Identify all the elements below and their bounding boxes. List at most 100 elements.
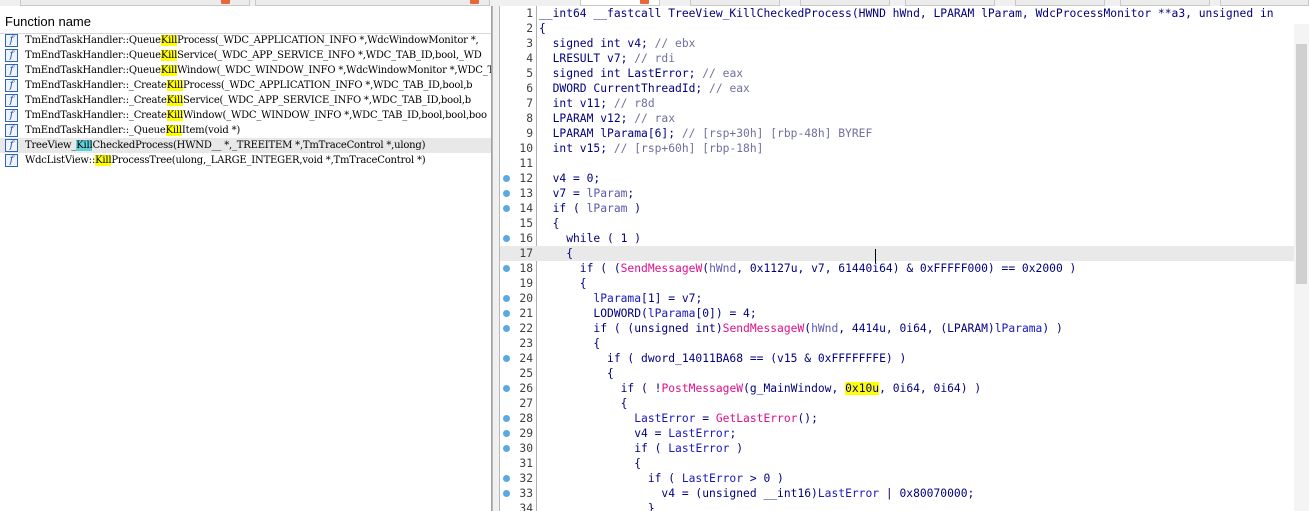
function-icon: f <box>5 79 18 92</box>
code-line[interactable]: 4 LRESULT v7; // rdi <box>500 51 1309 66</box>
function-list-item[interactable]: f TmEndTaskHandler::_CreateKillWindow(_WD… <box>0 108 491 123</box>
line-number: 23 <box>519 337 533 350</box>
code-line[interactable]: 30 if ( LastError ) <box>500 441 1309 456</box>
code-text: if ( (SendMessageW(hWnd, 0x1127u, v7, 61… <box>539 262 1077 275</box>
line-number: 1 <box>526 7 533 20</box>
code-line[interactable]: 34 } <box>500 501 1309 511</box>
breakpoint-dot-icon[interactable] <box>503 295 510 302</box>
code-text: LPARAM v12; // rax <box>539 112 676 125</box>
code-line[interactable]: 7 int v11; // r8d <box>500 96 1309 111</box>
code-line[interactable]: 20 lParama[1] = v7; <box>500 291 1309 306</box>
line-number: 7 <box>526 97 533 110</box>
function-list-item[interactable]: f TmEndTaskHandler::QueueKillProcess(_WDC… <box>0 33 491 48</box>
line-number: 10 <box>519 142 533 155</box>
code-line[interactable]: 28 LastError = GetLastError(); <box>500 411 1309 426</box>
pane-splitter[interactable] <box>492 6 500 511</box>
code-line[interactable]: 15 { <box>500 216 1309 231</box>
breakpoint-dot-icon[interactable] <box>503 490 510 497</box>
search-match-highlight: Kill <box>160 35 178 46</box>
code-line[interactable]: 31 { <box>500 456 1309 471</box>
close-icon[interactable] <box>221 0 230 4</box>
code-line[interactable]: 3 signed int v4; // ebx <box>500 36 1309 51</box>
line-number: 12 <box>519 172 533 185</box>
line-number: 5 <box>526 67 533 80</box>
text-caret <box>875 249 876 263</box>
breakpoint-dot-icon[interactable] <box>503 355 510 362</box>
code-line[interactable]: 16 while ( 1 ) <box>500 231 1309 246</box>
code-text: if ( dword_14011BA68 == (v15 & 0xFFFFFFF… <box>539 352 907 365</box>
function-list-item[interactable]: f TmEndTaskHandler::_CreateKillService(_W… <box>0 93 491 108</box>
function-list-item[interactable]: f WdcListView::KillProcessTree(ulong,_LAR… <box>0 153 491 168</box>
code-text: if ( LastError ) <box>539 442 744 455</box>
code-line[interactable]: 29 v4 = LastError; <box>500 426 1309 441</box>
code-text: if ( LastError > 0 ) <box>539 472 784 485</box>
breakpoint-dot-icon[interactable] <box>503 310 510 317</box>
function-list-panel: Function name f TmEndTaskHandler::QueueKi… <box>0 6 492 511</box>
code-line[interactable]: 8 LPARAM v12; // rax <box>500 111 1309 126</box>
vertical-scrollbar[interactable] <box>1294 24 1309 511</box>
function-list: f TmEndTaskHandler::QueueKillProcess(_WDC… <box>0 33 491 168</box>
scrollbar-thumb[interactable] <box>1296 44 1307 284</box>
code-line[interactable]: 11 <box>500 156 1309 171</box>
function-list-item[interactable]: f TmEndTaskHandler::QueueKillWindow(_WDC_… <box>0 63 491 78</box>
breakpoint-dot-icon[interactable] <box>503 325 510 332</box>
code-line[interactable]: 23 { <box>500 336 1309 351</box>
code-line[interactable]: 19 { <box>500 276 1309 291</box>
pseudocode-panel[interactable]: 1 __int64 __fastcall TreeView_KillChecked… <box>500 6 1309 511</box>
code-line[interactable]: 1 __int64 __fastcall TreeView_KillChecked… <box>500 6 1309 21</box>
code-line[interactable]: 6 DWORD CurrentThreadId; // eax <box>500 81 1309 96</box>
close-icon[interactable] <box>640 0 649 4</box>
breakpoint-dot-icon[interactable] <box>503 415 510 422</box>
breakpoint-dot-icon[interactable] <box>503 265 510 272</box>
breakpoint-dot-icon[interactable] <box>503 175 510 182</box>
function-list-item[interactable]: f TmEndTaskHandler::QueueKillService(_WDC… <box>0 48 491 63</box>
code-line[interactable]: 33 v4 = (unsigned __int16)LastError | 0x… <box>500 486 1309 501</box>
code-line[interactable]: 32 if ( LastError > 0 ) <box>500 471 1309 486</box>
code-line[interactable]: 22 if ( (unsigned int)SendMessageW(hWnd,… <box>500 321 1309 336</box>
code-line[interactable]: 18 if ( (SendMessageW(hWnd, 0x1127u, v7,… <box>500 261 1309 276</box>
code-line[interactable]: 25 { <box>500 366 1309 381</box>
code-line[interactable]: 13 v7 = lParam; <box>500 186 1309 201</box>
line-number: 32 <box>519 472 533 485</box>
breakpoint-dot-icon[interactable] <box>503 445 510 452</box>
code-text: signed int LastError; // eax <box>539 67 744 80</box>
code-line[interactable]: 21 LODWORD(lParama[0]) = 4; <box>500 306 1309 321</box>
code-text: LastError = GetLastError(); <box>634 412 818 425</box>
code-lines: 1 __int64 __fastcall TreeView_KillChecked… <box>500 6 1309 511</box>
search-match-highlight: Kill <box>95 155 112 166</box>
code-line[interactable]: 12 v4 = 0; <box>500 171 1309 186</box>
function-icon: f <box>5 154 18 167</box>
search-match-highlight: Kill <box>166 80 184 91</box>
line-number: 17 <box>519 247 533 260</box>
breakpoint-dot-icon[interactable] <box>503 430 510 437</box>
code-line[interactable]: 14 if ( lParam ) <box>500 201 1309 216</box>
function-icon: f <box>5 94 18 107</box>
code-text: while ( 1 ) <box>539 232 642 245</box>
code-line[interactable]: 24 if ( dword_14011BA68 == (v15 & 0xFFFF… <box>500 351 1309 366</box>
line-number: 31 <box>519 457 533 470</box>
code-line[interactable]: 9 LPARAM lParama[6]; // [rsp+30h] [rbp-4… <box>500 126 1309 141</box>
search-match-highlight: Kill <box>160 65 178 76</box>
function-icon: f <box>5 139 18 152</box>
line-number: 11 <box>519 157 533 170</box>
code-line[interactable]: 17 { <box>500 246 1309 261</box>
function-list-item[interactable]: f TreeView_KillCheckedProcess(HWND__ *,_T… <box>0 138 491 153</box>
code-line[interactable]: 2{ <box>500 21 1309 36</box>
code-line[interactable]: 5 signed int LastError; // eax <box>500 66 1309 81</box>
function-list-item[interactable]: f TmEndTaskHandler::_QueueKillItem(void *… <box>0 123 491 138</box>
function-list-item[interactable]: f TmEndTaskHandler::_CreateKillProcess(_W… <box>0 78 491 93</box>
code-line[interactable]: 26 if ( !PostMessageW(g_MainWindow, 0x10… <box>500 381 1309 396</box>
breakpoint-dot-icon[interactable] <box>503 235 510 242</box>
line-number: 25 <box>519 367 533 380</box>
breakpoint-dot-icon[interactable] <box>503 385 510 392</box>
close-icon[interactable] <box>470 0 479 4</box>
breakpoint-dot-icon[interactable] <box>503 205 510 212</box>
function-list-header[interactable]: Function name <box>0 6 491 34</box>
breakpoint-dot-icon[interactable] <box>503 190 510 197</box>
code-text: signed int v4; // ebx <box>539 37 696 50</box>
code-line[interactable]: 10 int v15; // [rsp+60h] [rbp-18h] <box>500 141 1309 156</box>
code-text: int v15; // [rsp+60h] [rbp-18h] <box>539 142 764 155</box>
code-text: __int64 __fastcall TreeView_KillCheckedP… <box>539 7 1274 20</box>
breakpoint-dot-icon[interactable] <box>503 475 510 482</box>
code-line[interactable]: 27 { <box>500 396 1309 411</box>
